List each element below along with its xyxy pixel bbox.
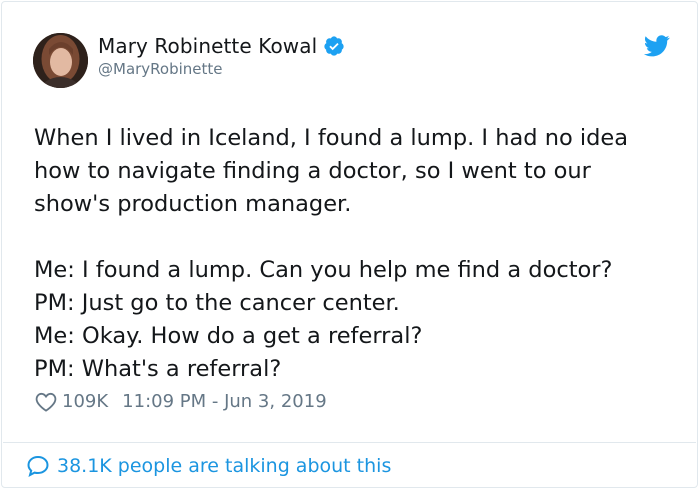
like-count[interactable]: 109K bbox=[62, 391, 108, 412]
avatar-image bbox=[33, 33, 88, 88]
tweet-text: When I lived in Iceland, I found a lump.… bbox=[34, 125, 629, 382]
tweet-card: Mary Robinette Kowal @MaryRobinette When… bbox=[1, 1, 698, 488]
conversation-link[interactable]: 38.1K people are talking about this bbox=[26, 454, 391, 478]
avatar[interactable] bbox=[33, 33, 88, 88]
heart-icon[interactable] bbox=[35, 392, 57, 412]
tweet-timestamp[interactable]: 11:09 PM - Jun 3, 2019 bbox=[122, 391, 326, 412]
verified-badge-icon bbox=[323, 35, 345, 57]
conversation-text: 38.1K people are talking about this bbox=[57, 455, 392, 477]
author-handle[interactable]: @MaryRobinette bbox=[98, 60, 223, 78]
twitter-bird-icon[interactable] bbox=[643, 35, 670, 57]
comment-bubble-icon bbox=[26, 454, 50, 478]
tweet-meta: 109K 11:09 PM - Jun 3, 2019 bbox=[35, 391, 327, 412]
author-name[interactable]: Mary Robinette Kowal bbox=[98, 34, 317, 58]
author-row: Mary Robinette Kowal bbox=[98, 34, 345, 58]
divider bbox=[3, 442, 696, 443]
